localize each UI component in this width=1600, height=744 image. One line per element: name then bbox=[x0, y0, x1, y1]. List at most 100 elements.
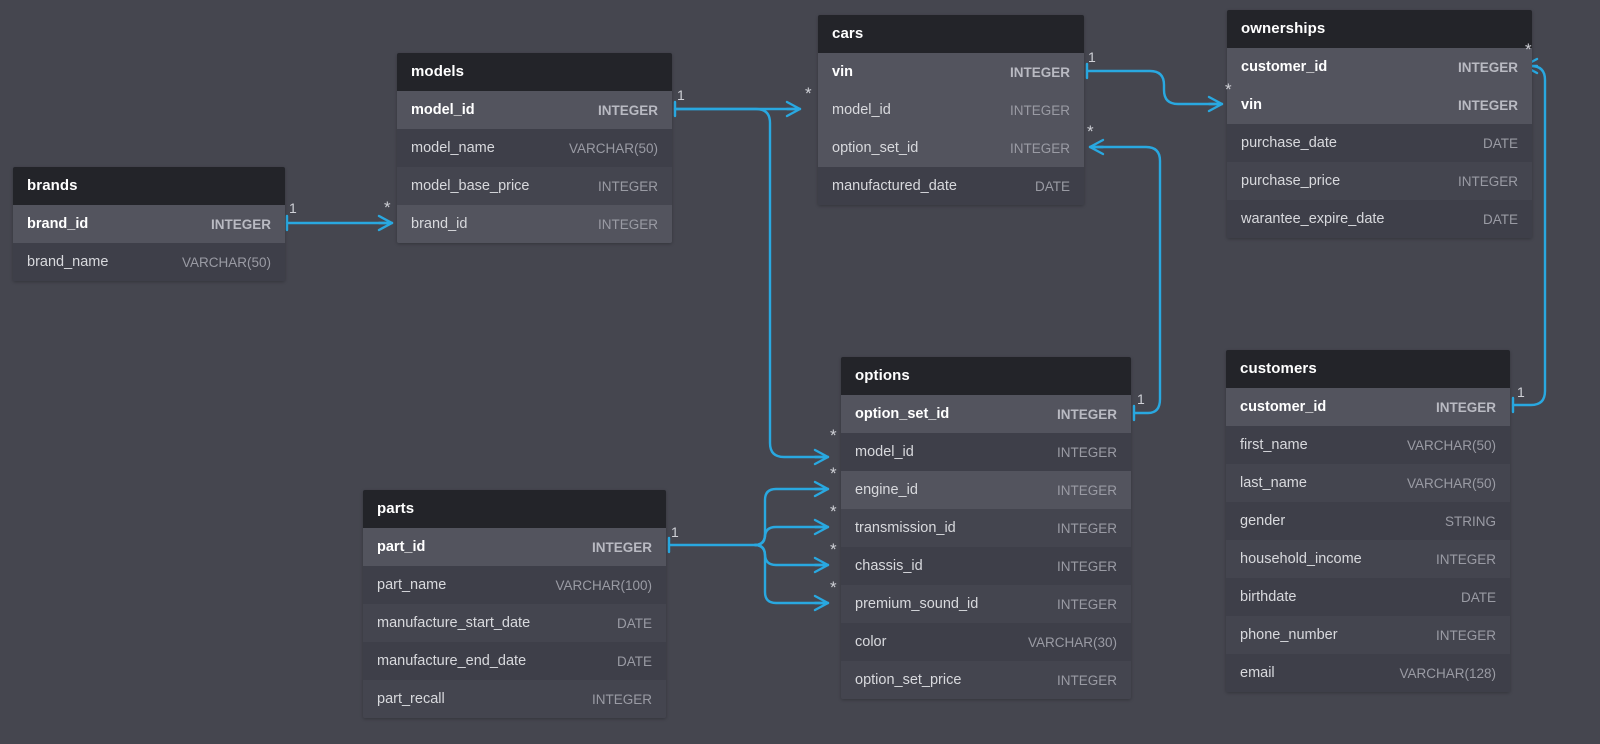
table-row[interactable]: household_income INTEGER bbox=[1226, 540, 1510, 578]
table-title-brands: brands bbox=[13, 167, 285, 205]
table-row[interactable]: option_set_price INTEGER bbox=[841, 661, 1131, 699]
cardinality-label-many: * bbox=[830, 578, 837, 597]
table-title-models: models bbox=[397, 53, 672, 91]
column-name: customer_id bbox=[1241, 59, 1328, 75]
table-row[interactable]: email VARCHAR(128) bbox=[1226, 654, 1510, 692]
table-title-ownerships: ownerships bbox=[1227, 10, 1532, 48]
table-row[interactable]: model_id INTEGER bbox=[397, 91, 672, 129]
column-name: brand_name bbox=[27, 254, 109, 270]
column-type: INTEGER bbox=[1056, 444, 1117, 460]
table-row[interactable]: customer_id INTEGER bbox=[1227, 48, 1532, 86]
column-name: option_set_price bbox=[855, 672, 962, 688]
column-type: INTEGER bbox=[210, 216, 271, 232]
column-type: INTEGER bbox=[1457, 97, 1518, 113]
table-row[interactable]: last_name VARCHAR(50) bbox=[1226, 464, 1510, 502]
column-type: INTEGER bbox=[591, 539, 652, 555]
table-row[interactable]: vin INTEGER bbox=[1227, 86, 1532, 124]
column-name: part_id bbox=[377, 539, 426, 555]
column-name: birthdate bbox=[1240, 589, 1297, 605]
column-name: manufactured_date bbox=[832, 178, 957, 194]
cardinality-label-one: 1 bbox=[289, 200, 297, 216]
table-row[interactable]: brand_name VARCHAR(50) bbox=[13, 243, 285, 281]
table-row[interactable]: manufacture_start_date DATE bbox=[363, 604, 666, 642]
table-title-options: options bbox=[841, 357, 1131, 395]
table-row[interactable]: chassis_id INTEGER bbox=[841, 547, 1131, 585]
table-row[interactable]: manufacture_end_date DATE bbox=[363, 642, 666, 680]
column-type: VARCHAR(128) bbox=[1399, 665, 1496, 681]
table-row[interactable]: purchase_date DATE bbox=[1227, 124, 1532, 162]
column-type: VARCHAR(50) bbox=[568, 140, 658, 156]
table-card-options[interactable]: options option_set_id INTEGER model_id I… bbox=[841, 357, 1131, 699]
table-row[interactable]: brand_id INTEGER bbox=[397, 205, 672, 243]
column-type: INTEGER bbox=[597, 178, 658, 194]
table-row[interactable]: model_name VARCHAR(50) bbox=[397, 129, 672, 167]
table-row[interactable]: birthdate DATE bbox=[1226, 578, 1510, 616]
column-name: brand_id bbox=[411, 216, 468, 232]
column-name: chassis_id bbox=[855, 558, 923, 574]
column-name: model_id bbox=[832, 102, 891, 118]
table-row[interactable]: model_id INTEGER bbox=[818, 91, 1084, 129]
table-card-models[interactable]: models model_id INTEGER model_name VARCH… bbox=[397, 53, 672, 243]
table-row[interactable]: option_set_id INTEGER bbox=[841, 395, 1131, 433]
column-type: DATE bbox=[1482, 135, 1518, 151]
table-row[interactable]: vin INTEGER bbox=[818, 53, 1084, 91]
column-type: STRING bbox=[1444, 513, 1496, 529]
table-row[interactable]: gender STRING bbox=[1226, 502, 1510, 540]
column-type: VARCHAR(100) bbox=[555, 577, 652, 593]
cardinality-label-many: * bbox=[830, 426, 837, 445]
column-name: model_id bbox=[411, 102, 475, 118]
column-type: INTEGER bbox=[1009, 64, 1070, 80]
table-row[interactable]: brand_id INTEGER bbox=[13, 205, 285, 243]
column-type: INTEGER bbox=[1435, 551, 1496, 567]
relationship-cars-ownerships bbox=[1085, 62, 1224, 113]
column-name: phone_number bbox=[1240, 627, 1338, 643]
table-row[interactable]: model_base_price INTEGER bbox=[397, 167, 672, 205]
table-card-cars[interactable]: cars vin INTEGER model_id INTEGER option… bbox=[818, 15, 1084, 205]
relationship-models-options bbox=[673, 107, 830, 466]
column-type: INTEGER bbox=[1457, 173, 1518, 189]
cardinality-label-many: * bbox=[384, 198, 391, 217]
table-row[interactable]: part_name VARCHAR(100) bbox=[363, 566, 666, 604]
cardinality-label-many: * bbox=[830, 464, 837, 483]
table-row[interactable]: model_id INTEGER bbox=[841, 433, 1131, 471]
column-type: DATE bbox=[616, 653, 652, 669]
cardinality-label-many: * bbox=[830, 540, 837, 559]
table-card-customers[interactable]: customers customer_id INTEGER first_name… bbox=[1226, 350, 1510, 692]
table-row[interactable]: customer_id INTEGER bbox=[1226, 388, 1510, 426]
column-type: INTEGER bbox=[597, 216, 658, 232]
column-name: email bbox=[1240, 665, 1275, 681]
column-type: DATE bbox=[1482, 211, 1518, 227]
table-row[interactable]: option_set_id INTEGER bbox=[818, 129, 1084, 167]
column-name: purchase_date bbox=[1241, 135, 1337, 151]
column-name: option_set_id bbox=[832, 140, 919, 156]
column-name: vin bbox=[1241, 97, 1262, 113]
column-name: model_id bbox=[855, 444, 914, 460]
table-row[interactable]: first_name VARCHAR(50) bbox=[1226, 426, 1510, 464]
table-row[interactable]: warantee_expire_date DATE bbox=[1227, 200, 1532, 238]
cardinality-label-many: * bbox=[805, 84, 812, 103]
table-row[interactable]: part_recall INTEGER bbox=[363, 680, 666, 718]
column-name: brand_id bbox=[27, 216, 89, 232]
column-name: option_set_id bbox=[855, 406, 950, 422]
column-name: engine_id bbox=[855, 482, 918, 498]
column-type: DATE bbox=[1034, 178, 1070, 194]
column-name: last_name bbox=[1240, 475, 1307, 491]
column-name: part_recall bbox=[377, 691, 445, 707]
table-row[interactable]: engine_id INTEGER bbox=[841, 471, 1131, 509]
table-row[interactable]: color VARCHAR(30) bbox=[841, 623, 1131, 661]
column-type: INTEGER bbox=[597, 102, 658, 118]
table-row[interactable]: purchase_price INTEGER bbox=[1227, 162, 1532, 200]
table-card-parts[interactable]: parts part_id INTEGER part_name VARCHAR(… bbox=[363, 490, 666, 718]
table-row[interactable]: phone_number INTEGER bbox=[1226, 616, 1510, 654]
cardinality-label-many: * bbox=[1087, 122, 1094, 141]
cardinality-label-one: 1 bbox=[677, 87, 685, 103]
table-row[interactable]: premium_sound_id INTEGER bbox=[841, 585, 1131, 623]
column-name: warantee_expire_date bbox=[1241, 211, 1385, 227]
column-name: transmission_id bbox=[855, 520, 956, 536]
table-row[interactable]: part_id INTEGER bbox=[363, 528, 666, 566]
table-row[interactable]: transmission_id INTEGER bbox=[841, 509, 1131, 547]
relationship-brands-models bbox=[285, 214, 394, 232]
table-row[interactable]: manufactured_date DATE bbox=[818, 167, 1084, 205]
table-card-brands[interactable]: brands brand_id INTEGER brand_name VARCH… bbox=[13, 167, 285, 281]
table-card-ownerships[interactable]: ownerships customer_id INTEGER vin INTEG… bbox=[1227, 10, 1532, 238]
